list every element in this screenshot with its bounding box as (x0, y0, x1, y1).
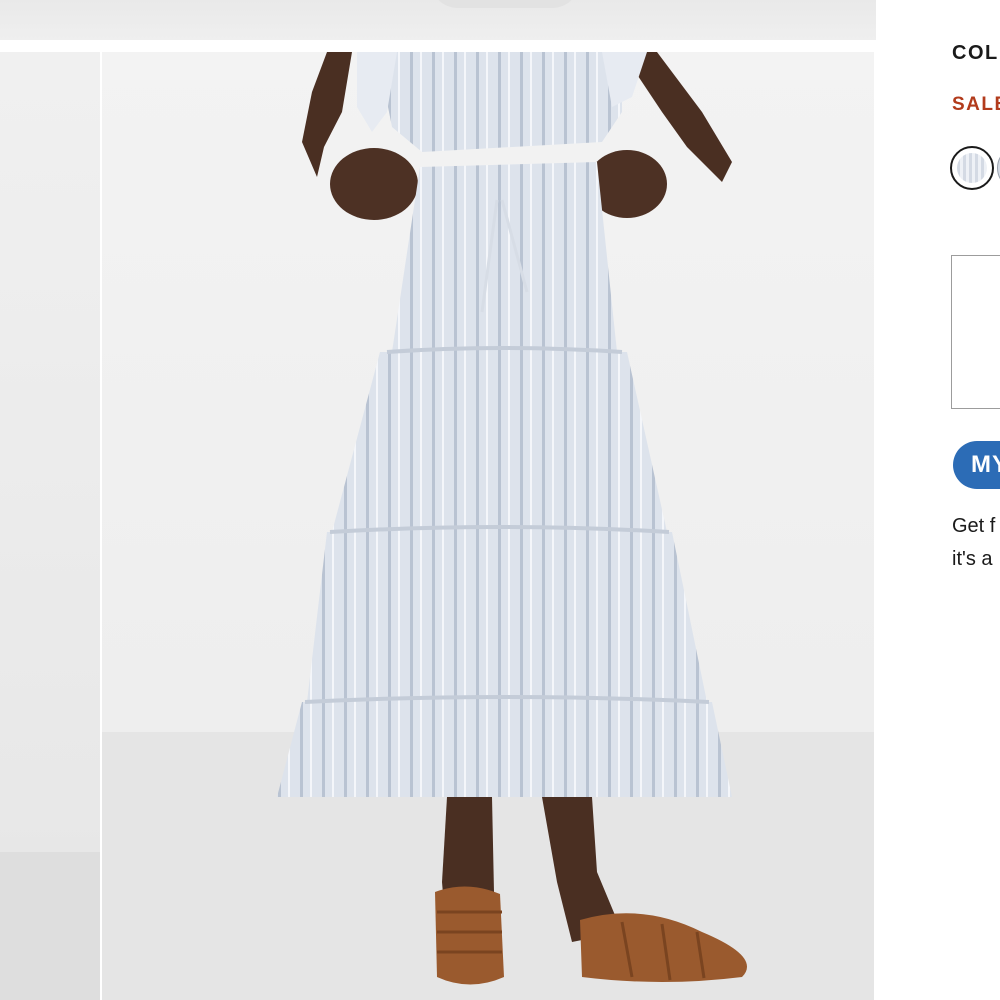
previous-image-edge (430, 0, 580, 8)
main-product-image[interactable] (102, 52, 874, 1000)
studio-floor (0, 852, 100, 1000)
color-swatch-selected[interactable] (950, 146, 994, 190)
color-heading: COL (952, 42, 999, 64)
promo-line-1: Get f (952, 515, 996, 537)
promo-text: Get f it's a (952, 510, 1000, 576)
sale-label: SALE (952, 94, 1000, 115)
swatch-pattern (957, 153, 987, 183)
gallery-thumbnail-left[interactable] (0, 52, 100, 1000)
size-option-box[interactable] (951, 255, 1000, 409)
membership-badge-button[interactable]: MY (953, 441, 1000, 489)
product-photo (102, 52, 874, 1000)
promo-line-2: it's a (952, 548, 993, 570)
previous-image-strip[interactable] (0, 0, 876, 40)
product-details-panel: COL SALE MY Get f it's a (876, 0, 1000, 1000)
